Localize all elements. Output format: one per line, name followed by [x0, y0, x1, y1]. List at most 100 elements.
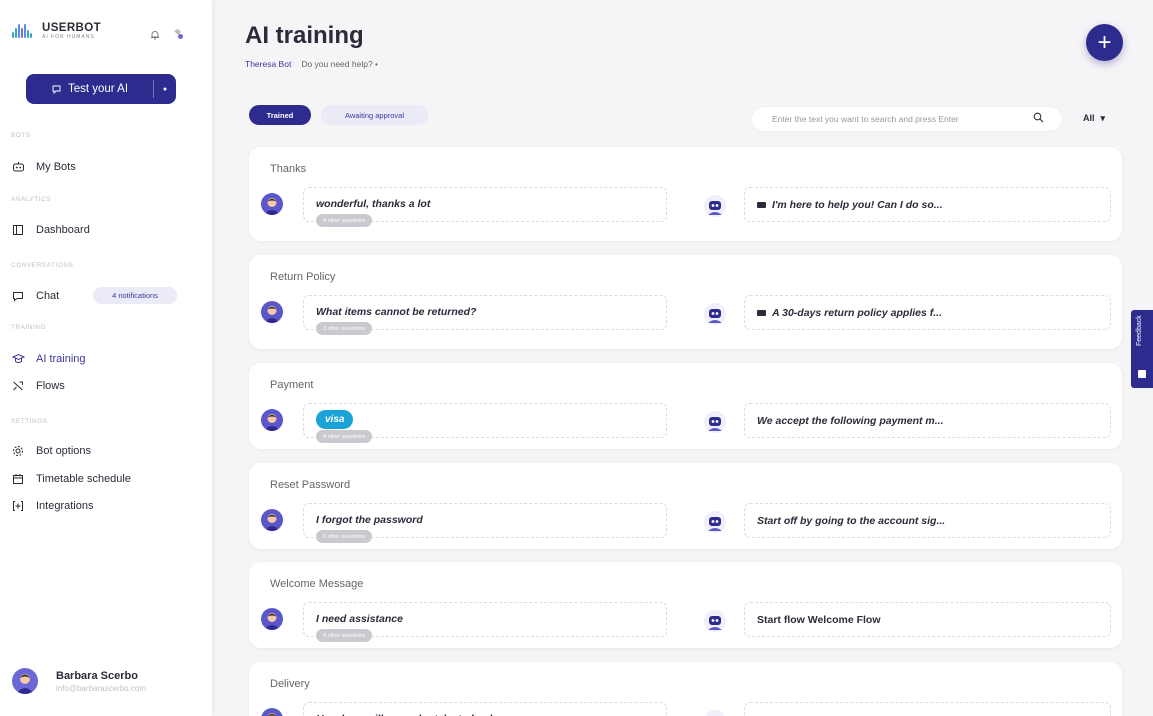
question-text: What items cannot be returned?	[316, 306, 477, 318]
sidebar-item-dashboard[interactable]: Dashboard	[11, 222, 90, 238]
sidebar-item-integrations[interactable]: Integrations	[11, 498, 93, 514]
userbot-logo-icon	[12, 23, 36, 40]
user-avatar-icon	[261, 193, 283, 215]
sidebar-item-ai-training[interactable]: AI training	[11, 351, 86, 367]
question-box[interactable]: I forgot the password 6 other questions	[303, 503, 667, 543]
answer-box[interactable]: Start off by going to the account sig...	[744, 503, 1111, 538]
integrations-icon	[11, 499, 25, 513]
section-label-training: TRAINING	[11, 324, 47, 331]
section-label-conversations: CONVERSATIONS	[11, 262, 74, 269]
answer-label: Start off by going to the account sig...	[757, 515, 946, 527]
other-questions-badge[interactable]: 4 other questions	[316, 430, 373, 443]
brand-logo[interactable]: USERBOT AI FOR HUMANS	[12, 22, 101, 41]
sidebar-item-label: Integrations	[36, 500, 94, 512]
sidebar-item-label: Dashboard	[36, 224, 90, 236]
search-input[interactable]: Enter the text you want to search and pr…	[751, 106, 1063, 132]
feedback-tab[interactable]: Feedback	[1131, 310, 1153, 388]
question-box[interactable]: What items cannot be returned? 3 other qu…	[303, 295, 667, 335]
chat-notifications-badge: 4 notifications	[93, 287, 177, 304]
bot-avatar-icon	[704, 195, 726, 217]
bot-avatar-icon	[704, 511, 726, 533]
feedback-icon	[1138, 370, 1146, 378]
test-options-dropdown-icon[interactable]: ●	[154, 86, 176, 93]
sidebar-item-my-bots[interactable]: My Bots	[11, 159, 76, 175]
filter-value: All	[1083, 113, 1095, 123]
question-box[interactable]: visa 4 other questions	[303, 403, 667, 443]
visa-tag: visa	[316, 410, 354, 429]
tab-trained[interactable]: Trained	[249, 105, 311, 125]
add-button[interactable]: +	[1086, 24, 1123, 61]
user-avatar-icon	[261, 708, 283, 716]
training-card[interactable]: Thanks wonderful, thanks a lot 4 other que…	[249, 147, 1122, 241]
user-profile[interactable]: Barbara Scerbo info@barbarascerbo.com	[12, 668, 146, 694]
camera-icon	[757, 202, 766, 209]
sidebar-item-chat[interactable]: Chat	[11, 288, 59, 304]
card-title: Payment	[270, 379, 314, 391]
chat-icon	[11, 289, 25, 303]
answer-label: We accept the following payment m...	[757, 415, 944, 427]
brand-name: USERBOT	[42, 22, 102, 34]
bot-selector[interactable]: Theresa Bot	[245, 59, 291, 69]
bot-avatar-icon	[704, 710, 726, 716]
page-title: AI training	[245, 22, 364, 49]
answer-box[interactable]	[744, 702, 1111, 716]
chevron-down-icon: ▾	[1100, 113, 1106, 123]
sidebar-item-timetable[interactable]: Timetable schedule	[11, 471, 131, 487]
answer-box[interactable]: I'm here to help you! Can I do so...	[744, 187, 1111, 222]
training-card[interactable]: Payment visa 4 other questions We accept th…	[249, 363, 1122, 449]
robot-icon	[11, 160, 25, 174]
camera-icon	[757, 310, 766, 317]
question-box[interactable]: wonderful, thanks a lot 4 other questions	[303, 187, 667, 227]
answer-box[interactable]: Start flow Welcome Flow	[744, 602, 1111, 637]
user-avatar-icon	[261, 509, 283, 531]
sidebar-item-label: My Bots	[36, 161, 76, 173]
tab-awaiting-approval[interactable]: Awaiting approval	[321, 105, 428, 125]
feedback-label: Feedback	[1136, 315, 1143, 346]
filter-select[interactable]: All ▾	[1083, 113, 1105, 124]
graduation-cap-icon	[11, 352, 25, 366]
integration-status-icon[interactable]	[172, 27, 183, 39]
answer-box[interactable]: A 30-days return policy applies f...	[744, 295, 1111, 330]
user-avatar-icon	[261, 409, 283, 431]
bot-avatar-icon	[704, 303, 726, 325]
other-questions-badge[interactable]: 4 other questions	[316, 214, 373, 227]
calendar-icon	[11, 472, 25, 486]
question-text: I need assistance	[316, 613, 403, 625]
sidebar-item-label: AI training	[36, 353, 86, 365]
section-label-settings: SETTINGS	[11, 418, 48, 425]
card-title: Delivery	[270, 678, 310, 690]
user-avatar-icon	[261, 608, 283, 630]
question-text: wonderful, thanks a lot	[316, 198, 431, 210]
training-card[interactable]: Welcome Message I need assistance 4 other …	[249, 562, 1122, 648]
other-questions-badge[interactable]: 3 other questions	[316, 322, 373, 335]
chat-bubble-icon	[52, 85, 61, 94]
section-label-bots: BOTS	[11, 132, 31, 139]
answer-text: We accept the following payment m...	[757, 415, 944, 427]
avatar	[12, 668, 38, 694]
training-card[interactable]: Reset Password I forgot the password 6 oth…	[249, 463, 1122, 549]
sidebar-item-label: Chat	[36, 290, 60, 302]
bot-avatar-icon	[704, 411, 726, 433]
sidebar-item-flows[interactable]: Flows	[11, 378, 65, 394]
answer-label: I'm here to help you! Can I do so...	[772, 199, 943, 211]
answer-box[interactable]: We accept the following payment m...	[744, 403, 1111, 438]
card-title: Reset Password	[270, 479, 351, 491]
sidebar-item-bot-options[interactable]: Bot options	[11, 443, 91, 459]
training-card[interactable]: Delivery How long will my order take to b…	[249, 662, 1122, 716]
dashboard-icon	[11, 223, 25, 237]
plus-icon: +	[1097, 28, 1112, 56]
card-title: Thanks	[270, 163, 307, 175]
training-card[interactable]: Return Policy What items cannot be return…	[249, 255, 1122, 349]
answer-label: Start flow Welcome Flow	[757, 614, 881, 626]
help-link[interactable]: Do you need help? •	[301, 59, 378, 69]
question-box[interactable]: I need assistance 4 other questions	[303, 602, 667, 642]
test-your-ai-button[interactable]: Test your AI ●	[26, 74, 176, 104]
bell-icon[interactable]	[150, 27, 160, 40]
other-questions-badge[interactable]: 4 other questions	[316, 629, 373, 642]
flows-icon	[11, 379, 25, 393]
search-icon[interactable]	[1033, 112, 1044, 125]
brand-tagline: AI FOR HUMANS	[42, 34, 95, 40]
question-text: I forgot the password	[316, 514, 423, 526]
other-questions-badge[interactable]: 6 other questions	[316, 530, 373, 543]
question-box[interactable]: How long will my order take to be d...	[303, 702, 667, 716]
